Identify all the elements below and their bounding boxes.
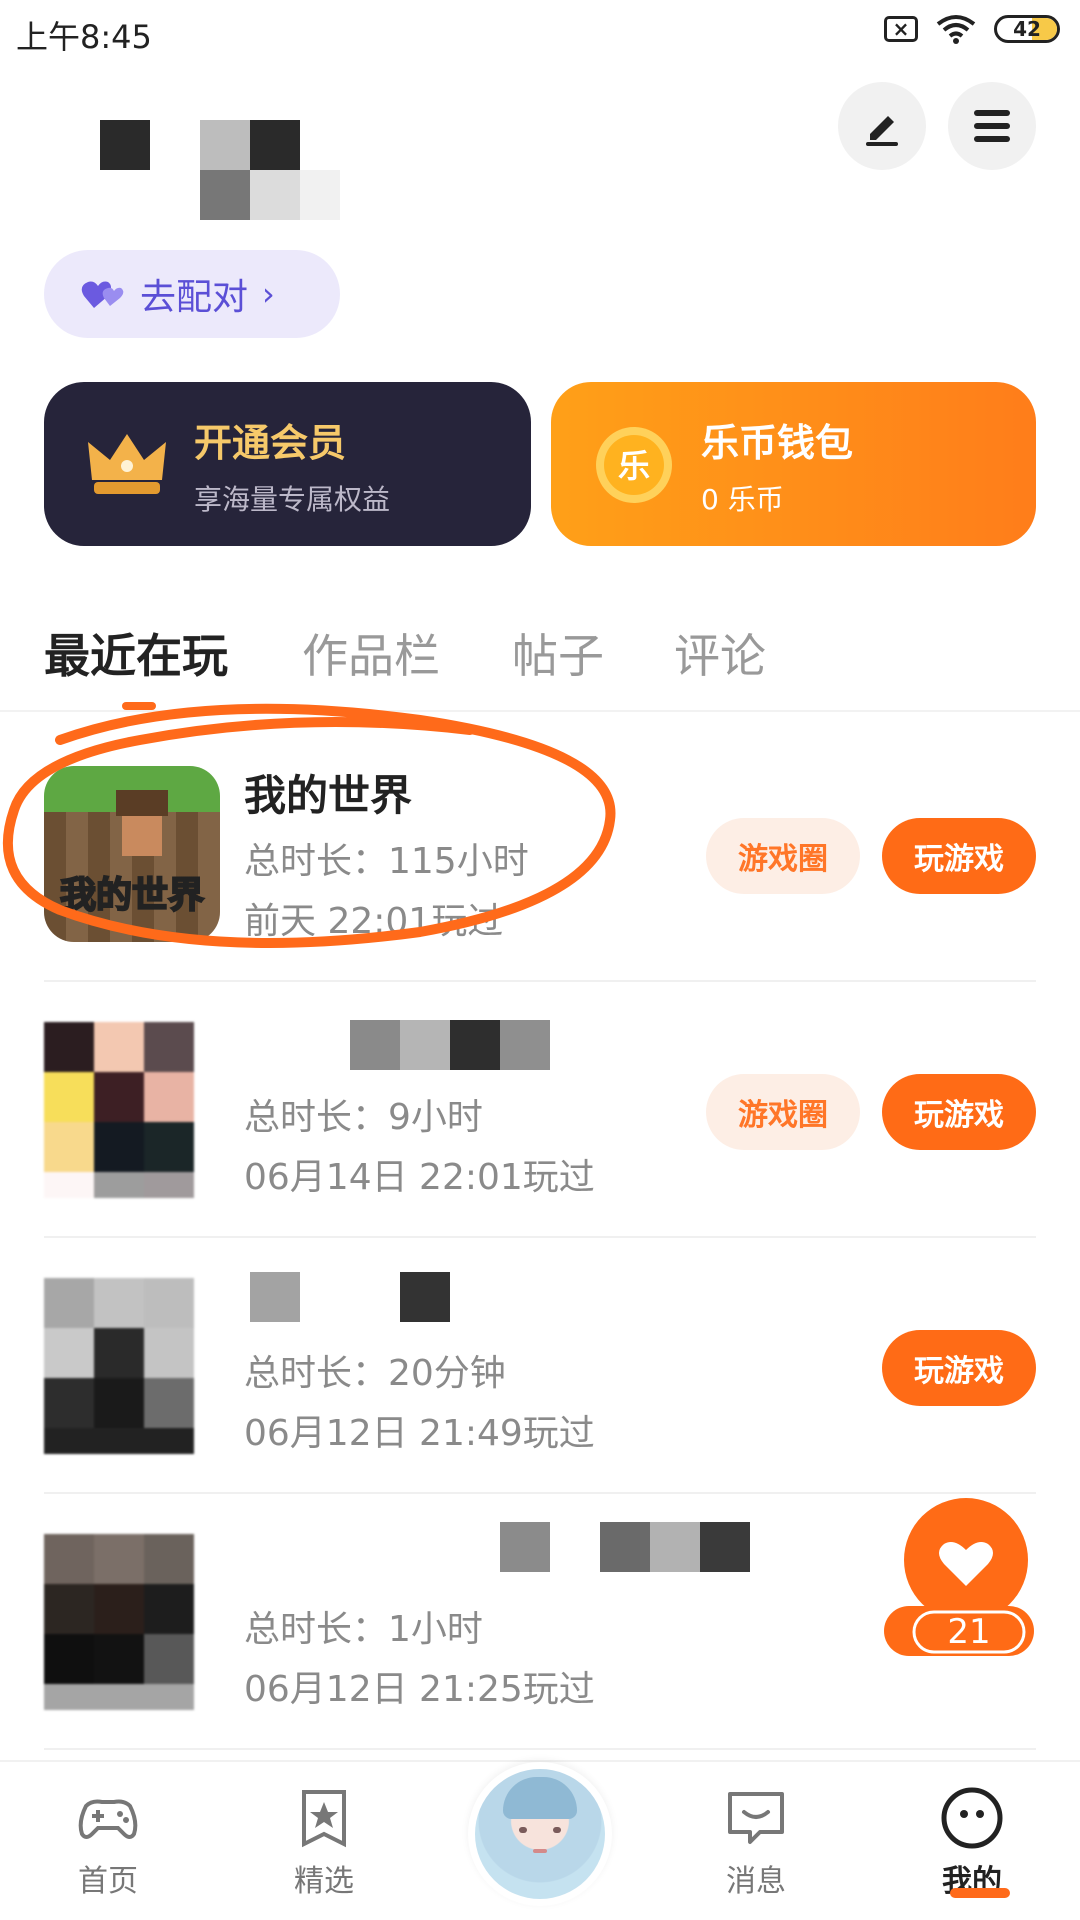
- tab-recent[interactable]: 最近在玩: [44, 620, 228, 686]
- nav-active-indicator: [950, 1888, 1010, 1898]
- coin-icon: 乐: [596, 427, 672, 503]
- tab-comments[interactable]: 评论: [674, 620, 766, 686]
- game-row[interactable]: 总时长：9小时 06月14日 22:01玩过 游戏圈 玩游戏: [0, 982, 1080, 1238]
- nav-featured[interactable]: 精选: [264, 1782, 384, 1900]
- game-icon: [44, 1278, 220, 1454]
- wallet-card[interactable]: 乐 乐币钱包 0 乐币: [551, 382, 1036, 546]
- gamepad-icon: [78, 1799, 138, 1839]
- game-row[interactable]: 我的世界 我的世界 总时长：115小时 前天 22:01玩过 游戏圈 玩游戏: [0, 726, 1080, 982]
- star-icon: [302, 1790, 346, 1848]
- sim-card-icon: ×: [884, 16, 918, 42]
- nav-label: 消息: [726, 1864, 786, 1899]
- status-icons: × 42: [884, 14, 1060, 44]
- play-game-button[interactable]: 玩游戏: [882, 1074, 1036, 1150]
- profile-tabs: 最近在玩 作品栏 帖子 评论: [0, 620, 1080, 710]
- game-icon-text: 我的世界: [59, 874, 205, 917]
- menu-button[interactable]: [948, 82, 1036, 170]
- menu-icon: [974, 110, 1010, 142]
- match-label: 去配对: [140, 277, 249, 318]
- game-last-played: 06月12日 21:25玩过: [244, 1669, 595, 1710]
- game-duration: 总时长：1小时: [244, 1609, 483, 1650]
- tab-posts[interactable]: 帖子: [512, 620, 604, 686]
- game-last-played: 前天 22:01玩过: [244, 901, 504, 942]
- game-name: 我的世界: [244, 771, 413, 820]
- edit-icon: [866, 116, 898, 146]
- wallet-title: 乐币钱包: [701, 421, 854, 465]
- game-duration: 总时长：20分钟: [244, 1353, 506, 1394]
- nav-label: 首页: [78, 1864, 138, 1899]
- game-icon: [44, 1022, 220, 1198]
- match-button[interactable]: 去配对 ›: [44, 250, 340, 338]
- battery-level: 42: [1013, 17, 1041, 41]
- vip-title: 开通会员: [194, 421, 347, 465]
- profile-face-icon: [941, 1787, 1003, 1849]
- nav-messages[interactable]: 消息: [696, 1782, 816, 1900]
- edit-profile-button[interactable]: [838, 82, 926, 170]
- message-icon: [728, 1792, 784, 1844]
- nav-mine[interactable]: 我的: [912, 1782, 1032, 1900]
- vip-card[interactable]: 开通会员 享海量专属权益: [44, 382, 531, 546]
- chevron-right-icon: ›: [262, 275, 275, 313]
- game-row[interactable]: 总时长：20分钟 06月12日 21:49玩过 玩游戏: [0, 1238, 1080, 1494]
- vip-subtitle: 享海量专属权益: [194, 483, 391, 516]
- tabs-divider: [0, 710, 1080, 712]
- nav-home[interactable]: 首页: [48, 1782, 168, 1900]
- bottom-navigation: 首页 精选 消息 我的: [0, 1760, 1080, 1920]
- game-icon: [44, 1534, 220, 1710]
- play-game-button[interactable]: 玩游戏: [882, 1330, 1036, 1406]
- wallet-subtitle: 0 乐币: [701, 483, 784, 516]
- game-duration: 总时长：9小时: [244, 1097, 483, 1138]
- status-bar: 上午8:45 × 42: [0, 0, 1080, 70]
- play-game-button[interactable]: 玩游戏: [882, 818, 1036, 894]
- avatar: [475, 1769, 605, 1899]
- status-time: 上午8:45: [16, 18, 152, 56]
- game-last-played: 06月12日 21:49玩过: [244, 1413, 595, 1454]
- crown-icon: [88, 434, 166, 494]
- wifi-icon: [936, 15, 976, 44]
- nav-label: 精选: [294, 1864, 354, 1899]
- game-icon-minecraft: 我的世界: [44, 766, 220, 942]
- row-divider: [44, 1748, 1036, 1750]
- hearts-icon: [81, 281, 124, 308]
- center-avatar-button[interactable]: [468, 1762, 612, 1906]
- game-duration: 总时长：115小时: [244, 841, 529, 882]
- tab-indicator: [122, 702, 156, 710]
- battery-icon: 42: [994, 15, 1060, 43]
- game-last-played: 06月14日 22:01玩过: [244, 1157, 595, 1198]
- tab-works[interactable]: 作品栏: [302, 620, 440, 686]
- game-circle-button[interactable]: 游戏圈: [706, 818, 860, 894]
- game-circle-button[interactable]: 游戏圈: [706, 1074, 860, 1150]
- floating-like-button[interactable]: 21: [880, 1494, 1036, 1658]
- like-count: 21: [947, 1612, 991, 1652]
- blurred-username: [50, 120, 350, 240]
- coin-label: 乐: [618, 447, 650, 485]
